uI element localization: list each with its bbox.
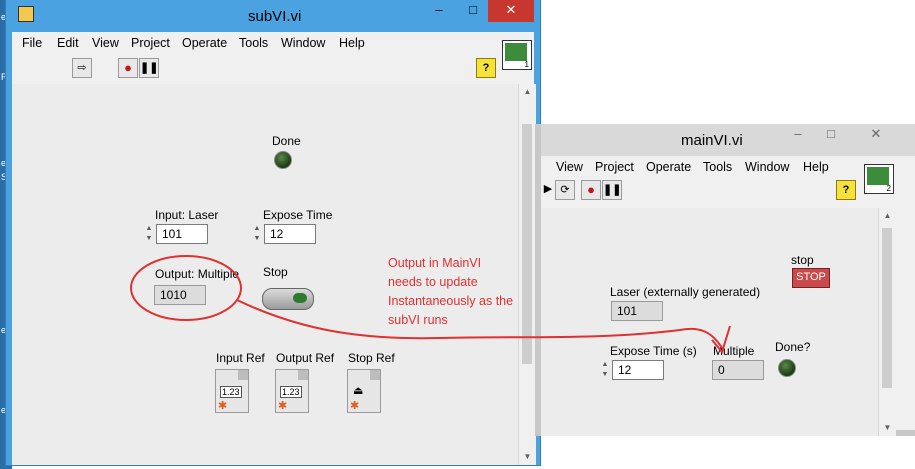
annotation-note: Output in MainVI needs to update Instant… [388,256,514,327]
annotation-overlay [130,255,731,355]
highlight-circle [130,255,242,321]
